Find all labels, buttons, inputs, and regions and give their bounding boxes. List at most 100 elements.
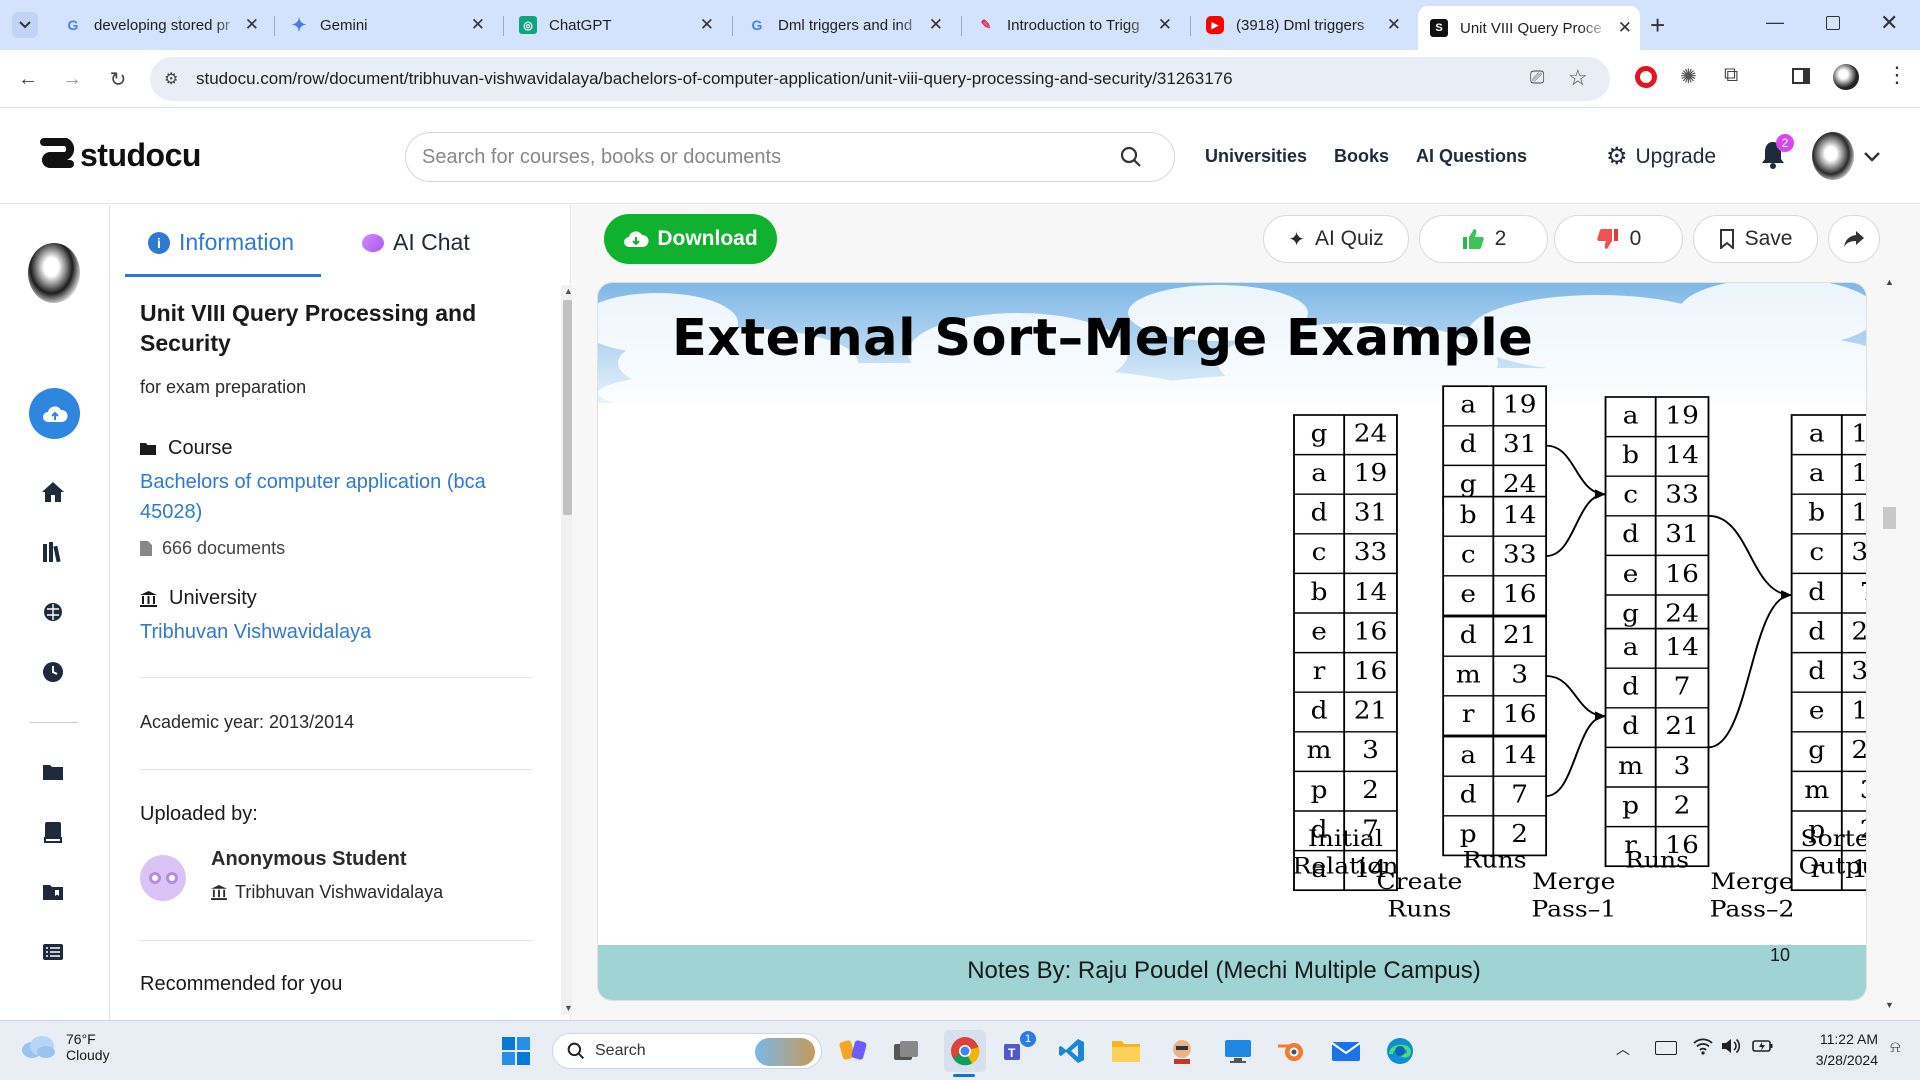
vscode-app-icon[interactable] [1054, 1033, 1090, 1069]
chevron-down-icon[interactable] [1864, 152, 1880, 162]
weather-widget[interactable]: 76°F Cloudy [20, 1031, 110, 1063]
close-tab-icon[interactable]: ✕ [1618, 18, 1632, 38]
folder-icon[interactable] [38, 757, 68, 787]
tab-youtube[interactable]: ▶ (3918) Dml triggers ✕ [1194, 8, 1409, 42]
user-avatar-rail[interactable] [28, 243, 80, 303]
browser-menu-icon[interactable]: ⋮ [1886, 62, 1908, 88]
saved-folder-icon[interactable] [38, 877, 68, 907]
course-link[interactable]: Bachelors of computer application (bca 4… [140, 467, 535, 527]
viewer-scrollbar-track[interactable]: ▲ ▼ [1880, 205, 1898, 1020]
clock-date[interactable]: 3/28/2024 [1796, 1052, 1878, 1068]
ai-brain-icon[interactable] [38, 597, 68, 627]
viewer-scrollbar-thumb[interactable] [1883, 507, 1896, 529]
panel-scrollbar-thumb[interactable] [563, 300, 572, 515]
share-button[interactable] [1828, 215, 1880, 263]
library-icon[interactable] [38, 537, 68, 567]
university-link[interactable]: Tribhuvan Vishwavidalaya [140, 617, 371, 647]
minimize-button[interactable]: — [1766, 12, 1784, 33]
windows-start-button[interactable] [498, 1033, 534, 1069]
reload-button[interactable]: ↻ [102, 63, 134, 95]
upload-button[interactable] [29, 388, 80, 439]
keyboard-icon[interactable] [1655, 1041, 1677, 1055]
search-icon[interactable] [1120, 146, 1142, 168]
tab-studocu-active[interactable]: S Unit VIII Query Proce ✕ [1418, 6, 1640, 50]
merged-run-2-value: 21 [1665, 712, 1699, 740]
tab-search-dropdown[interactable] [12, 12, 38, 38]
extension-bug-icon[interactable]: ✺ [1680, 64, 1697, 89]
page-number: 10 [1770, 945, 1791, 965]
initial-relation-value: 2 [1362, 776, 1379, 804]
edge-app-icon[interactable] [1382, 1033, 1418, 1069]
clock-history-icon[interactable] [38, 657, 68, 687]
battery-icon[interactable] [1752, 1038, 1774, 1059]
upgrade-button[interactable]: ⚙ Upgrade [1606, 142, 1716, 171]
tab-introduction-triggers[interactable]: ✎ Introduction to Trigg ✕ [965, 8, 1180, 42]
close-tab-icon[interactable]: ✕ [245, 15, 259, 35]
uploader-name[interactable]: Anonymous Student [211, 848, 407, 871]
profile-avatar-icon[interactable] [1833, 64, 1859, 90]
volume-icon[interactable] [1721, 1037, 1741, 1060]
tab-ai-chat[interactable]: AI Chat [362, 229, 470, 256]
tray-overflow-chevron-icon[interactable]: ︿ [1616, 1039, 1630, 1059]
bookmark-star-icon[interactable]: ☆ [1568, 65, 1588, 91]
remote-desktop-icon[interactable] [1220, 1033, 1256, 1069]
nav-books[interactable]: Books [1334, 146, 1389, 167]
tab-gemini[interactable]: ✦ Gemini ✕ [278, 8, 493, 42]
restore-button[interactable] [1826, 16, 1840, 30]
close-tab-icon[interactable]: ✕ [471, 15, 485, 35]
save-button[interactable]: Save [1693, 215, 1818, 263]
notifications-button[interactable]: 2 [1760, 134, 1794, 175]
notification-center-icon[interactable]: ⍾ [1890, 1039, 1901, 1057]
close-tab-icon[interactable]: ✕ [929, 15, 943, 35]
search-box[interactable] [405, 132, 1175, 182]
scroll-down-arrow[interactable]: ▼ [1885, 1000, 1894, 1010]
tab-dml-triggers-google[interactable]: G Dml triggers and ind ✕ [736, 8, 951, 42]
clock-time[interactable]: 11:22 AM [1800, 1031, 1878, 1047]
home-icon[interactable] [38, 477, 68, 507]
dislike-button[interactable]: 0 [1554, 215, 1683, 263]
label-initial-relation: Initial [1308, 825, 1383, 852]
taskbar-search-box[interactable]: Search [552, 1033, 822, 1069]
like-button[interactable]: 2 [1419, 215, 1548, 263]
gemini-icon: ✦ [291, 14, 307, 35]
close-window-button[interactable]: ✕ [1880, 10, 1898, 36]
search-input[interactable] [422, 145, 1102, 169]
new-tab-button[interactable]: + [1650, 10, 1665, 41]
run-d-key: p [1460, 820, 1477, 848]
game-app-icon[interactable] [1164, 1033, 1200, 1069]
close-tab-icon[interactable]: ✕ [1158, 15, 1172, 35]
mail-app-icon[interactable] [1328, 1033, 1364, 1069]
site-info-icon[interactable]: ⚙ [164, 69, 178, 89]
file-explorer-icon[interactable] [1108, 1033, 1144, 1069]
blender-app-icon[interactable] [1274, 1033, 1310, 1069]
tab-developing-stored[interactable]: G developing stored pr ✕ [52, 8, 267, 42]
nav-universities[interactable]: Universities [1205, 146, 1307, 167]
wifi-icon[interactable] [1693, 1037, 1713, 1060]
forward-button[interactable]: → [56, 63, 88, 95]
tab-information[interactable]: i Information [148, 229, 294, 256]
opera-extension-icon[interactable] [1635, 66, 1657, 88]
download-button[interactable]: Download [604, 214, 777, 264]
address-bar[interactable]: ⚙ studocu.com/row/document/tribhuvan-vis… [150, 57, 1610, 101]
studocu-logo[interactable]: studocu [38, 136, 201, 174]
ai-quiz-button[interactable]: ✦ AI Quiz [1263, 215, 1409, 263]
user-avatar[interactable] [1812, 132, 1854, 180]
url-text[interactable]: studocu.com/row/document/tribhuvan-vishw… [196, 69, 1233, 89]
teams-app-icon[interactable]: T 1 [998, 1031, 1036, 1069]
copilot-app-icon[interactable] [836, 1033, 872, 1069]
install-app-icon[interactable]: ⎚ [1530, 67, 1544, 88]
scroll-up-arrow[interactable]: ▲ [1885, 277, 1894, 287]
tab-chatgpt[interactable]: ◎ ChatGPT ✕ [507, 8, 722, 42]
list-icon[interactable] [38, 937, 68, 967]
back-button[interactable]: ← [12, 63, 44, 95]
merged-run-2-value: 7 [1674, 673, 1691, 701]
nav-ai-questions[interactable]: AI Questions [1416, 146, 1527, 167]
extensions-puzzle-icon[interactable]: ⧉ [1724, 64, 1738, 87]
close-tab-icon[interactable]: ✕ [1387, 15, 1401, 35]
book-icon[interactable] [38, 817, 68, 847]
task-view-icon[interactable] [888, 1033, 924, 1069]
uploader-avatar[interactable] [140, 855, 186, 901]
side-panel-icon[interactable] [1792, 68, 1810, 84]
close-tab-icon[interactable]: ✕ [700, 15, 714, 35]
chrome-app-icon[interactable] [944, 1030, 986, 1072]
